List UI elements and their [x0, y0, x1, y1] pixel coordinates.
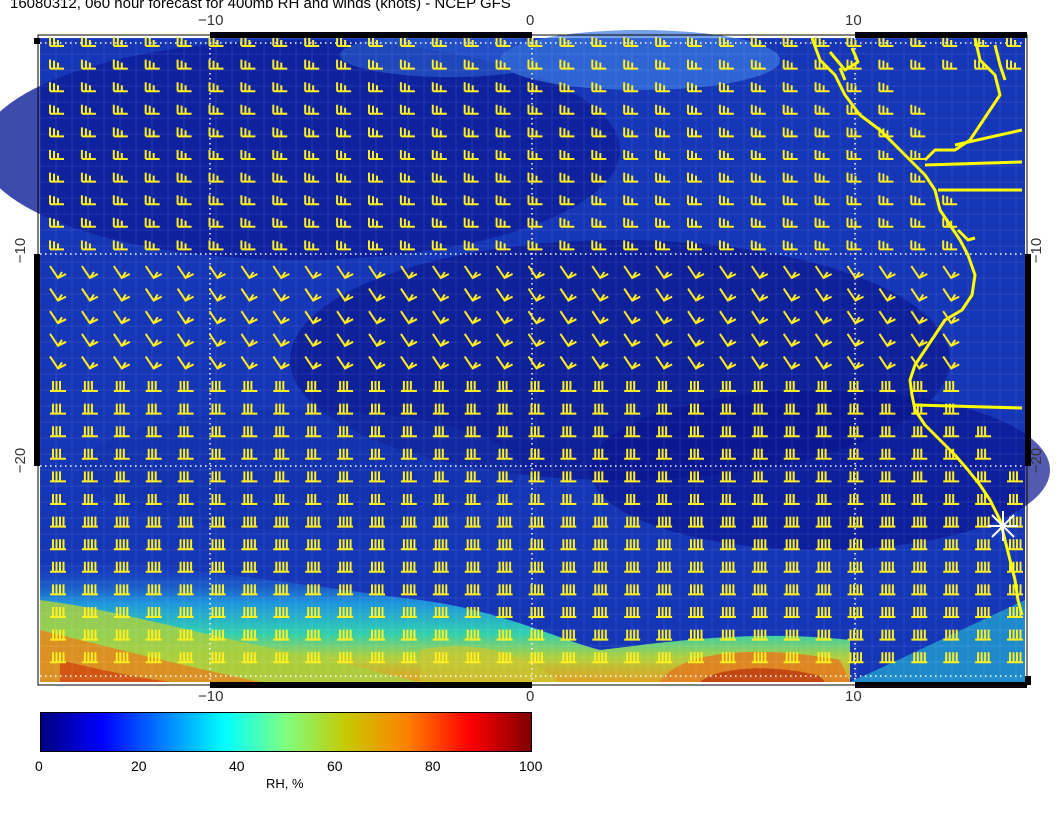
colorbar-tick-20: 20 [131, 758, 147, 774]
x-tick-top-1: −10 [198, 12, 224, 29]
frame-corner-tl [34, 38, 40, 44]
colorbar-tick-80: 80 [425, 758, 441, 774]
colorbar-tick-100: 100 [519, 758, 543, 774]
rh-field [0, 30, 1050, 682]
x-tick-top-2: 0 [526, 12, 535, 29]
colorbar-tick-0: 0 [35, 758, 43, 774]
frame-segment-bottom [210, 682, 532, 688]
x-tick-bottom-2: 0 [526, 688, 535, 705]
frame-corner-br [1025, 676, 1031, 685]
x-tick-top-3: 10 [845, 12, 862, 29]
rh-colorbar [40, 712, 532, 752]
y-tick-right-1: −10 [1028, 237, 1046, 264]
y-tick-left-1: −10 [12, 237, 30, 264]
y-tick-right-2: −20 [1028, 447, 1046, 474]
frame-segment-right [1025, 254, 1031, 466]
frame-segment-left [34, 254, 40, 466]
station-star-icon [988, 511, 1018, 541]
colorbar-title: RH, % [266, 776, 304, 791]
colorbar-tick-40: 40 [229, 758, 245, 774]
x-tick-bottom-3: 10 [845, 688, 862, 705]
frame-segment-top-right [855, 32, 1027, 38]
frame-segment-top [210, 32, 532, 38]
frame-segment-bottom-right [855, 682, 1027, 688]
x-tick-bottom-1: −10 [198, 688, 224, 705]
colorbar-tick-60: 60 [327, 758, 343, 774]
y-tick-left-2: −20 [12, 447, 30, 474]
